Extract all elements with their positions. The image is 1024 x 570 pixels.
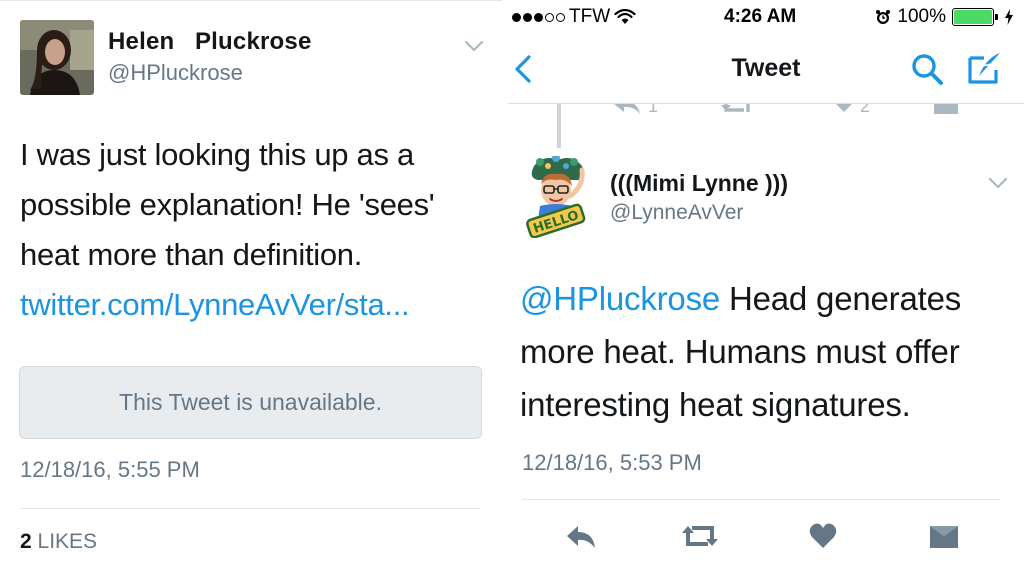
- quoted-tweet-unavailable: This Tweet is unavailable.: [19, 366, 482, 439]
- status-right-group: 100%: [875, 6, 1014, 28]
- author-handle[interactable]: @HPluckrose: [108, 60, 243, 86]
- top-divider: [0, 0, 502, 1]
- carrier-group: TFW: [512, 6, 636, 28]
- tweet-text: @HPluckrose Head generates more heat. Hu…: [520, 272, 1020, 431]
- retweet-icon[interactable]: [720, 104, 754, 116]
- wifi-icon: [614, 9, 636, 24]
- right-tweet-panel: TFW 4:26 AM 100% Tweet 1 2 HELLO (((Mimi…: [508, 0, 1024, 570]
- like-count: 2: [860, 104, 871, 116]
- reply-count: 1: [648, 104, 659, 116]
- likes-number: 2: [20, 530, 32, 553]
- chevron-down-icon[interactable]: [988, 177, 1008, 189]
- tweet-timestamp: 12/18/16, 5:55 PM: [20, 457, 200, 482]
- author-name[interactable]: (((Mimi Lynne ))): [610, 170, 788, 197]
- signal-icon: [512, 12, 565, 22]
- mention-link[interactable]: @HPluckrose: [520, 280, 720, 317]
- compose-icon[interactable]: [966, 50, 1004, 86]
- separator: [522, 499, 1000, 500]
- tweet-actions: [508, 518, 1024, 558]
- separator: [20, 508, 480, 509]
- charging-bolt-icon: [1005, 9, 1013, 25]
- tweet-timestamp: 12/18/16, 5:53 PM: [522, 450, 702, 475]
- author-name[interactable]: Helen Pluckrose: [108, 28, 312, 56]
- like-icon[interactable]: [808, 518, 838, 554]
- previous-tweet-actions: 1 2: [508, 104, 1024, 122]
- battery-percent: 100%: [897, 6, 946, 27]
- battery-icon: [952, 8, 998, 26]
- retweet-icon[interactable]: [680, 518, 720, 554]
- avatar[interactable]: HELLO: [526, 154, 590, 239]
- like-icon[interactable]: [832, 104, 856, 114]
- navigation-bar: Tweet: [508, 34, 1024, 104]
- likes-label: LIKES: [37, 530, 98, 553]
- reply-icon[interactable]: [612, 104, 642, 116]
- message-icon[interactable]: [932, 104, 960, 116]
- page-title: Tweet: [731, 54, 801, 82]
- likes-count[interactable]: 2 LIKES: [20, 530, 97, 554]
- chevron-down-icon[interactable]: [464, 40, 484, 52]
- carrier-name: TFW: [569, 6, 611, 27]
- left-tweet-panel: Helen Pluckrose @HPluckrose I was just l…: [0, 0, 502, 570]
- reply-icon[interactable]: [564, 518, 598, 554]
- search-icon[interactable]: [910, 52, 944, 86]
- message-icon[interactable]: [928, 518, 960, 554]
- avatar[interactable]: [20, 20, 94, 95]
- tweet-link[interactable]: twitter.com/LynneAvVer/sta...: [20, 280, 490, 330]
- unavailable-label: This Tweet is unavailable.: [119, 389, 382, 415]
- tweet-text: I was just looking this up as a possible…: [20, 130, 490, 330]
- author-handle[interactable]: @LynneAvVer: [610, 201, 743, 225]
- status-time: 4:26 AM: [724, 6, 797, 27]
- alarm-icon: [876, 10, 891, 24]
- status-bar: TFW 4:26 AM 100%: [508, 0, 1024, 34]
- tweet-body: I was just looking this up as a possible…: [20, 137, 435, 272]
